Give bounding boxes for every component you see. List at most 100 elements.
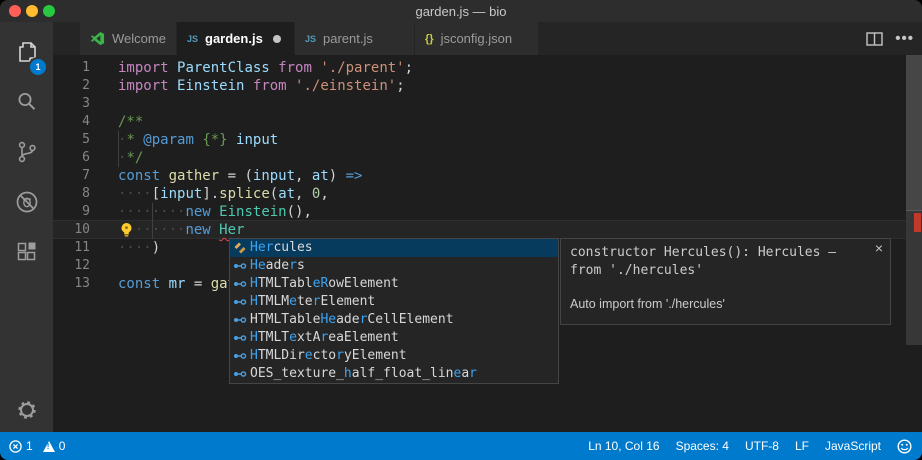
line-number[interactable]: 4 bbox=[53, 113, 90, 131]
suggestion-label: He bbox=[320, 311, 336, 329]
overview-error-marker bbox=[914, 213, 921, 232]
code-token: input bbox=[253, 168, 295, 184]
status-utf-8[interactable]: UTF-8 bbox=[745, 439, 779, 453]
tab-parent-js[interactable]: JSparent.js bbox=[295, 22, 415, 55]
suggestion-item[interactable]: HTMLTableRowElement bbox=[230, 275, 558, 293]
braces-badge: {} bbox=[425, 33, 434, 45]
code-token: (), bbox=[287, 204, 312, 220]
line-number[interactable]: 5 bbox=[53, 131, 90, 149]
warning-icon bbox=[43, 441, 55, 452]
line-number[interactable]: 2 bbox=[53, 77, 90, 95]
status-ln[interactable]: Ln 10, Col 16 bbox=[588, 439, 659, 453]
code-line[interactable]: const mr = gath bbox=[118, 275, 244, 293]
suggestion-label: h bbox=[344, 365, 352, 383]
status-lf[interactable]: LF bbox=[795, 439, 809, 453]
suggestion-label: r bbox=[289, 257, 297, 275]
scrollbar-track[interactable] bbox=[906, 55, 922, 345]
tab-garden-js[interactable]: JSgarden.js bbox=[177, 22, 295, 55]
code-line[interactable]: ·* @param {*} input bbox=[118, 131, 278, 149]
code-token: import bbox=[118, 60, 169, 76]
suggestion-item[interactable]: HTMLDirectoryElement bbox=[230, 347, 558, 365]
code-token: = bbox=[185, 276, 210, 292]
line-number[interactable]: 9 bbox=[53, 203, 90, 221]
warning-count: 0 bbox=[59, 439, 66, 453]
suggestion-label: e bbox=[305, 347, 313, 365]
sidebar-item-extensions[interactable] bbox=[0, 230, 53, 274]
line-number[interactable]: 1 bbox=[53, 59, 90, 77]
code-line[interactable]: import ParentClass from './parent'; bbox=[118, 59, 413, 77]
activity-bar: 1 bbox=[0, 22, 53, 432]
status-spaces[interactable]: Spaces: 4 bbox=[676, 439, 729, 453]
code-token: new bbox=[185, 222, 210, 238]
code-line[interactable]: /** bbox=[118, 113, 143, 131]
status-javascript[interactable]: JavaScript bbox=[825, 439, 881, 453]
code-line[interactable]: import Einstein from './einstein'; bbox=[118, 77, 405, 95]
code-line[interactable]: ·*/ bbox=[118, 149, 143, 167]
code-token: Einstein bbox=[177, 78, 244, 94]
suggestion-label: H bbox=[250, 347, 258, 365]
tab-welcome[interactable]: Welcome bbox=[80, 22, 177, 55]
sidebar-item-explorer[interactable]: 1 bbox=[0, 30, 53, 74]
editor-actions: ••• bbox=[866, 22, 914, 55]
code-token: [ bbox=[152, 186, 160, 202]
code-token: import bbox=[118, 78, 169, 94]
line-number[interactable]: 12 bbox=[53, 257, 90, 275]
code-token: const bbox=[118, 168, 160, 184]
code-line[interactable]: const gather = (input, at) => bbox=[118, 167, 362, 185]
settings-gear-button[interactable] bbox=[0, 388, 53, 432]
error-icon bbox=[9, 440, 22, 453]
line-number[interactable]: 10 bbox=[53, 221, 90, 239]
more-actions-button[interactable]: ••• bbox=[895, 34, 914, 44]
code-token: ParentClass bbox=[177, 60, 270, 76]
modified-dot-icon bbox=[273, 35, 281, 43]
suggestion-item[interactable]: OES_texture_half_float_linear bbox=[230, 365, 558, 383]
suggestion-item[interactable]: HTMLMeterElement bbox=[230, 293, 558, 311]
tab-label: jsconfig.json bbox=[441, 31, 513, 46]
code-token: from bbox=[253, 78, 287, 94]
code-line[interactable]: ····[input].splice(at, 0, bbox=[118, 185, 329, 203]
line-number[interactable]: 7 bbox=[53, 167, 90, 185]
indent-guide bbox=[118, 131, 119, 167]
scrollbar-slider[interactable] bbox=[906, 55, 922, 211]
editor-tabs: WelcomeJSgarden.jsJSparent.js {} jsconfig.… bbox=[80, 22, 539, 55]
suggestion-item[interactable]: HTMLTextAreaElement bbox=[230, 329, 558, 347]
code-token: './einstein' bbox=[295, 78, 396, 94]
suggestion-label: r bbox=[320, 329, 328, 347]
sidebar-item-search[interactable] bbox=[0, 80, 53, 124]
code-token: at bbox=[278, 186, 295, 202]
error-count: 1 bbox=[26, 439, 33, 453]
code-line[interactable]: ········new Her bbox=[118, 221, 244, 239]
code-token: Einstein bbox=[219, 204, 286, 220]
suggest-widget: HerculesHeadersHTMLTableRowElementHTMLMe… bbox=[229, 238, 559, 384]
code-line[interactable]: ········new Einstein(), bbox=[118, 203, 312, 221]
feedback-smiley-icon[interactable] bbox=[897, 439, 912, 454]
line-number[interactable]: 11 bbox=[53, 239, 90, 257]
sidebar-item-source-control[interactable] bbox=[0, 130, 53, 174]
split-editor-button[interactable] bbox=[866, 32, 883, 46]
code-token bbox=[244, 78, 252, 94]
reference-icon bbox=[230, 349, 250, 363]
suggestion-label: TMLDir bbox=[258, 347, 305, 365]
git-branch-icon bbox=[15, 140, 39, 164]
line-number[interactable]: 3 bbox=[53, 95, 90, 113]
suggestion-signature: constructor Hercules(): Hercules — from … bbox=[570, 244, 870, 280]
suggestion-item[interactable]: HTMLTableHeaderCellElement bbox=[230, 311, 558, 329]
suggestion-label: alf_float_lin bbox=[352, 365, 454, 383]
reference-icon bbox=[230, 367, 250, 381]
suggestion-item[interactable]: Hercules bbox=[230, 239, 558, 257]
window-title: garden.js — bio bbox=[0, 0, 922, 22]
problems-indicator[interactable]: 1 0 bbox=[9, 432, 65, 460]
suggestion-label: e bbox=[289, 293, 297, 311]
lightbulb-icon[interactable] bbox=[119, 222, 134, 242]
auto-import-note: Auto import from './hercules' bbox=[570, 297, 725, 311]
line-number[interactable]: 8 bbox=[53, 185, 90, 203]
line-number[interactable]: 13 bbox=[53, 275, 90, 293]
js-badge: JS bbox=[187, 34, 198, 44]
tab-jsconfig-json[interactable]: {} jsconfig.json bbox=[415, 22, 539, 55]
js-badge-icon: JS bbox=[187, 34, 198, 44]
close-icon[interactable]: × bbox=[875, 241, 883, 255]
line-number[interactable]: 6 bbox=[53, 149, 90, 167]
code-token: new bbox=[185, 204, 210, 220]
sidebar-item-debug[interactable] bbox=[0, 180, 53, 224]
suggestion-item[interactable]: Headers bbox=[230, 257, 558, 275]
